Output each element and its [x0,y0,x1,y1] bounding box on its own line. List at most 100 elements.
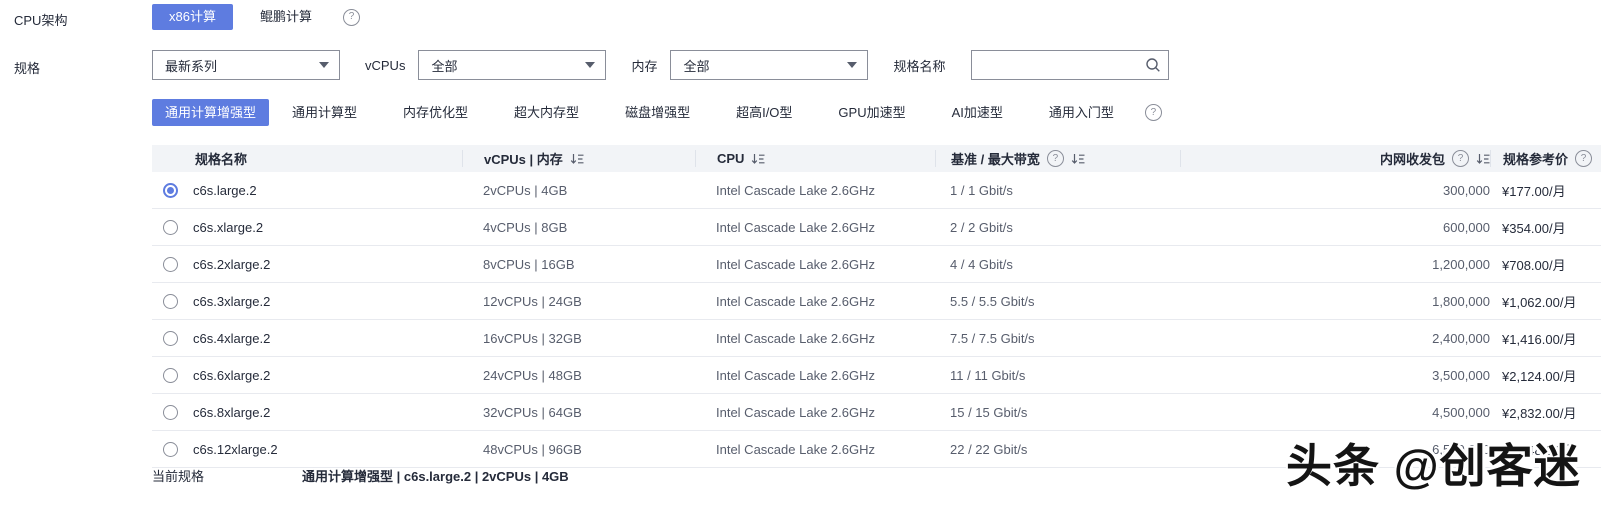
price-cell: ¥708.00/月 [1490,255,1601,274]
table-header-row: 规格名称 vCPUs | 内存 CPU 基准 / 最大带宽 ? 内网收发包 ? [152,145,1601,172]
vcpus-filter-label: vCPUs [365,58,405,73]
header-price-label: 规格参考价 [1503,149,1568,168]
pps-cell: 1,200,000 [1180,257,1490,272]
spec-name-cell: c6s.8xlarge.2 [152,405,462,420]
vcpu-mem-cell: 16vCPUs | 32GB [462,331,695,346]
cpu-arch-label: CPU架构 [14,10,67,29]
bandwidth-cell: 15 / 15 Gbit/s [935,405,1180,420]
current-spec-value: 通用计算增强型 | c6s.large.2 | 2vCPUs | 4GB [302,466,569,485]
kunpeng-compute-button[interactable]: 鲲鹏计算 [243,4,329,30]
cpu-cell: Intel Cascade Lake 2.6GHz [695,183,935,198]
spec-name-text: c6s.2xlarge.2 [193,257,270,272]
spec-type-tab[interactable]: 超高I/O型 [713,99,815,126]
spec-name-text: c6s.12xlarge.2 [193,442,278,457]
memory-select[interactable]: 全部 [670,50,868,80]
bandwidth-cell: 2 / 2 Gbit/s [935,220,1180,235]
current-spec-label: 当前规格 [152,466,204,485]
bandwidth-cell: 11 / 11 Gbit/s [935,368,1180,383]
current-spec-summary: 当前规格 通用计算增强型 | c6s.large.2 | 2vCPUs | 4G… [152,466,569,485]
spec-type-tab[interactable]: 通用入门型 [1026,99,1137,126]
vcpu-mem-cell: 48vCPUs | 96GB [462,442,695,457]
spec-type-tab[interactable]: 通用计算型 [269,99,380,126]
sort-icon[interactable] [751,153,765,165]
series-select[interactable]: 最新系列 [152,50,340,80]
price-cell: ¥2,832.00/月 [1490,403,1601,422]
search-icon[interactable] [1145,57,1161,76]
spec-type-tabs-row: 通用计算增强型通用计算型内存优化型超大内存型磁盘增强型超高I/O型GPU加速型A… [152,99,1162,126]
row-radio[interactable] [163,331,178,346]
spec-name-text: c6s.large.2 [193,183,257,198]
header-price: 规格参考价 ? [1490,150,1601,167]
x86-compute-button[interactable]: x86计算 [152,4,233,30]
row-radio[interactable] [163,257,178,272]
spec-type-help-icon[interactable]: ? [1145,104,1162,121]
spec-name-search [971,50,1169,80]
vcpu-mem-cell: 4vCPUs | 8GB [462,220,695,235]
header-vcpu-mem: vCPUs | 内存 [462,150,695,167]
series-select-value: 最新系列 [165,56,217,75]
spec-type-tabs: 通用计算增强型通用计算型内存优化型超大内存型磁盘增强型超高I/O型GPU加速型A… [152,99,1137,126]
spec-type-tab[interactable]: 通用计算增强型 [152,99,269,126]
sort-icon[interactable] [570,153,584,165]
header-pps-label: 内网收发包 [1380,149,1445,168]
cpu-arch-row: x86计算 鲲鹏计算 ? [152,4,360,30]
spec-type-tab[interactable]: 磁盘增强型 [602,99,713,126]
bandwidth-help-icon[interactable]: ? [1047,150,1064,167]
price-cell: ¥2,124.00/月 [1490,366,1601,385]
price-cell: ¥1,416.00/月 [1490,329,1601,348]
spec-type-tab[interactable]: 内存优化型 [380,99,491,126]
cpu-cell: Intel Cascade Lake 2.6GHz [695,405,935,420]
chevron-down-icon [585,62,595,68]
spec-name-text: c6s.3xlarge.2 [193,294,270,309]
row-radio[interactable] [163,442,178,457]
vcpu-mem-cell: 24vCPUs | 48GB [462,368,695,383]
table-row[interactable]: c6s.6xlarge.2 24vCPUs | 48GB Intel Casca… [152,357,1601,394]
row-radio[interactable] [163,294,178,309]
pps-cell: 1,800,000 [1180,294,1490,309]
spec-name-text: c6s.6xlarge.2 [193,368,270,383]
vcpus-select-value: 全部 [431,56,457,75]
header-cpu-label: CPU [717,151,744,166]
table-row[interactable]: c6s.2xlarge.2 8vCPUs | 16GB Intel Cascad… [152,246,1601,283]
sort-icon[interactable] [1071,153,1085,165]
pps-cell: 3,500,000 [1180,368,1490,383]
spec-name-filter-label: 规格名称 [893,56,945,75]
cpu-arch-help-icon[interactable]: ? [343,9,360,26]
spec-name-cell: c6s.large.2 [152,183,462,198]
row-radio[interactable] [163,368,178,383]
spec-name-search-input[interactable] [971,50,1169,80]
price-cell: ¥354.00/月 [1490,218,1601,237]
header-cpu: CPU [695,150,935,167]
pps-cell: 300,000 [1180,183,1490,198]
cpu-cell: Intel Cascade Lake 2.6GHz [695,331,935,346]
vcpu-mem-cell: 12vCPUs | 24GB [462,294,695,309]
table-row[interactable]: c6s.4xlarge.2 16vCPUs | 32GB Intel Casca… [152,320,1601,357]
vcpu-mem-cell: 2vCPUs | 4GB [462,183,695,198]
row-radio[interactable] [163,220,178,235]
row-radio[interactable] [163,405,178,420]
spec-type-tab[interactable]: AI加速型 [929,99,1026,126]
table-row[interactable]: c6s.3xlarge.2 12vCPUs | 24GB Intel Casca… [152,283,1601,320]
filter-row: 最新系列 vCPUs 全部 内存 全部 规格名称 [152,49,1169,81]
pps-cell: 2,400,000 [1180,331,1490,346]
cpu-cell: Intel Cascade Lake 2.6GHz [695,294,935,309]
sort-icon[interactable] [1476,153,1490,165]
pps-help-icon[interactable]: ? [1452,150,1469,167]
table-row[interactable]: c6s.large.2 2vCPUs | 4GB Intel Cascade L… [152,172,1601,209]
spec-type-tab[interactable]: 超大内存型 [491,99,602,126]
row-radio[interactable] [163,183,178,198]
vcpus-select[interactable]: 全部 [418,50,606,80]
chevron-down-icon [847,62,857,68]
spec-name-text: c6s.4xlarge.2 [193,331,270,346]
spec-type-tab[interactable]: GPU加速型 [815,99,928,126]
price-help-icon[interactable]: ? [1575,150,1592,167]
table-row[interactable]: c6s.xlarge.2 4vCPUs | 8GB Intel Cascade … [152,209,1601,246]
vcpu-mem-cell: 8vCPUs | 16GB [462,257,695,272]
table-body: c6s.large.2 2vCPUs | 4GB Intel Cascade L… [152,172,1601,468]
memory-filter-label: 内存 [631,56,657,75]
cpu-cell: Intel Cascade Lake 2.6GHz [695,442,935,457]
header-bandwidth: 基准 / 最大带宽 ? [935,150,1180,167]
table-row[interactable]: c6s.8xlarge.2 32vCPUs | 64GB Intel Casca… [152,394,1601,431]
bandwidth-cell: 4 / 4 Gbit/s [935,257,1180,272]
cpu-cell: Intel Cascade Lake 2.6GHz [695,220,935,235]
